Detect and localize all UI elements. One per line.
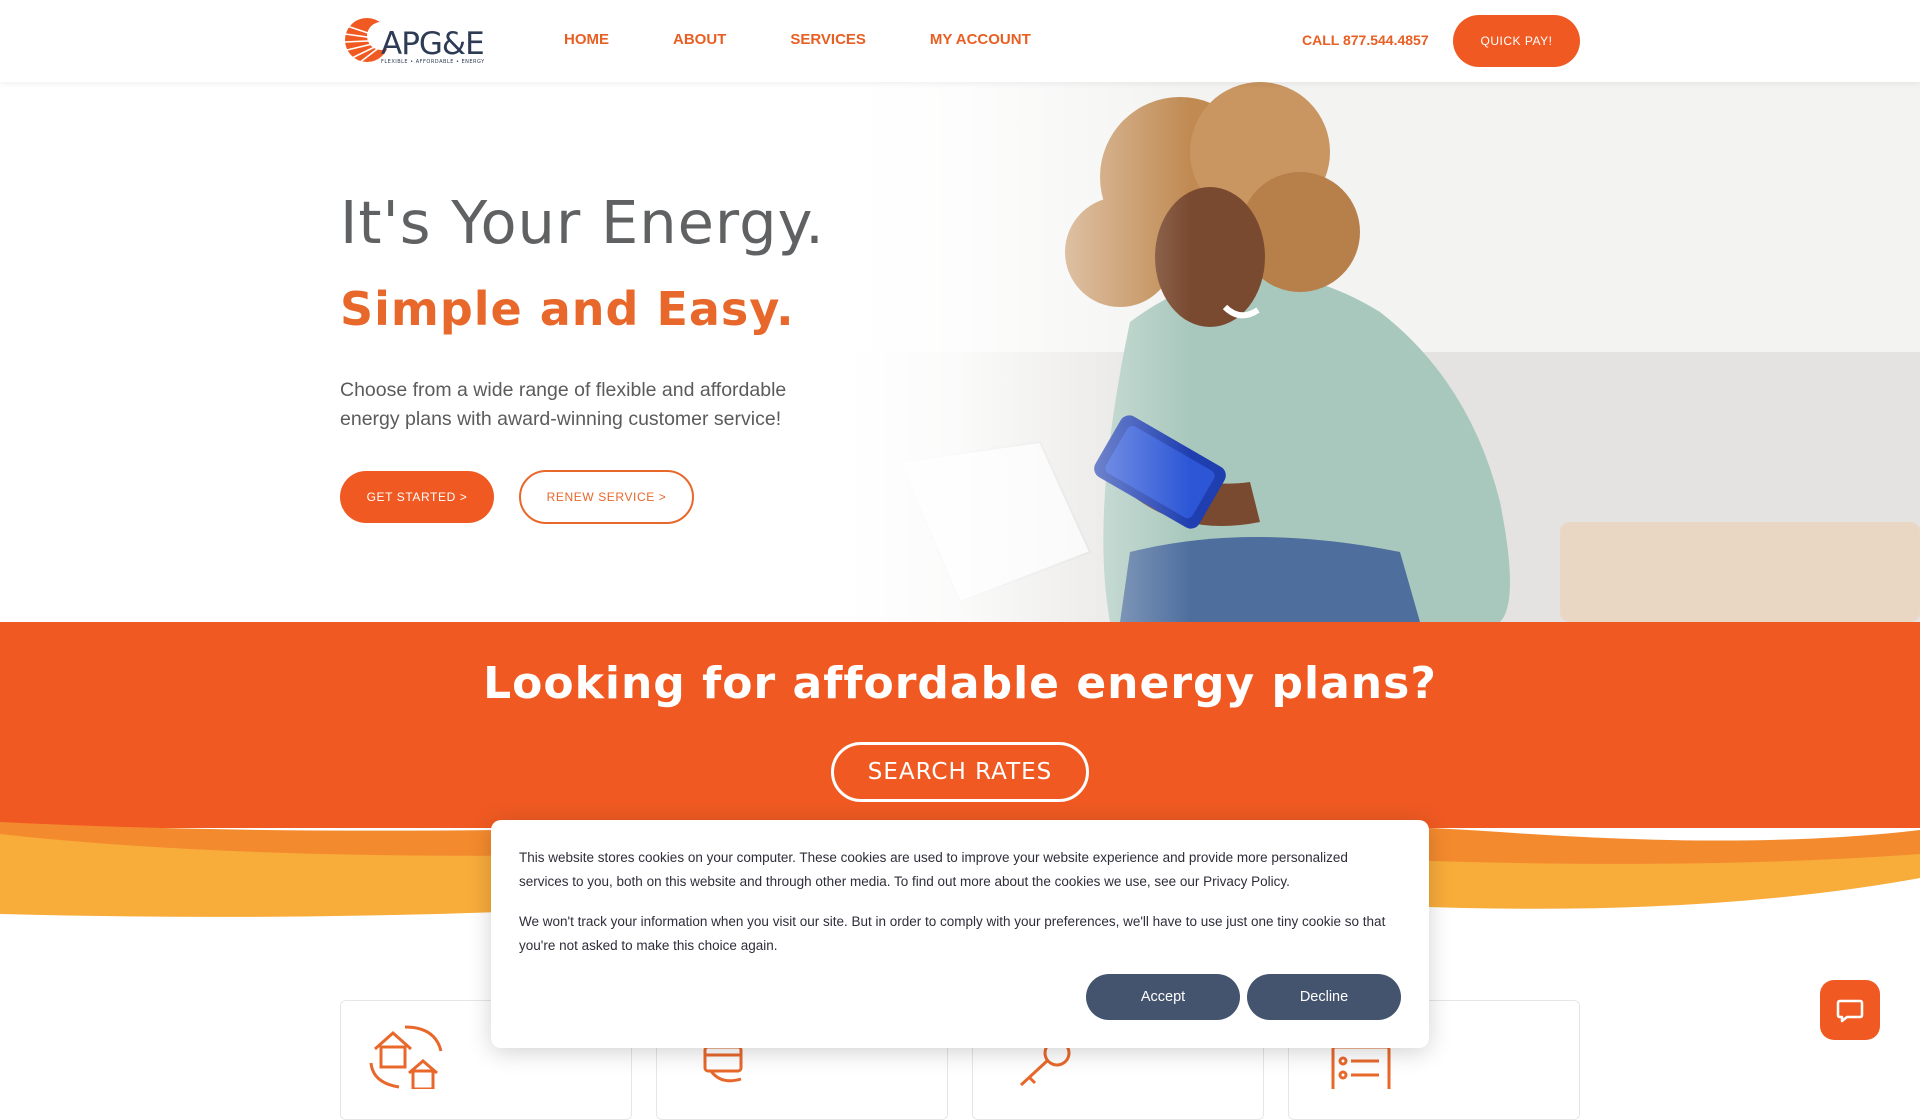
search-rates-button[interactable]: SEARCH RATES — [831, 742, 1089, 802]
hero-description: Choose from a wide range of flexible and… — [340, 379, 787, 430]
nav-my-account[interactable]: MY ACCOUNT — [930, 31, 1031, 48]
main-nav: HOME ABOUT SERVICES MY ACCOUNT — [564, 31, 1095, 48]
nav-home[interactable]: HOME — [564, 31, 609, 48]
get-started-button[interactable]: GET STARTED > — [340, 471, 494, 523]
quick-pay-button[interactable]: QUICK PAY! — [1453, 15, 1580, 67]
hero-title: It's Your Energy. — [340, 188, 825, 257]
hero-fade-overlay — [0, 82, 1920, 622]
logo-tagline: FLEXIBLE • AFFORDABLE • ENERGY — [381, 59, 485, 65]
nav-about[interactable]: ABOUT — [673, 31, 726, 48]
cookie-preference-text: We won't track your information when you… — [519, 914, 1386, 953]
call-phone-link[interactable]: CALL 877.544.4857 — [1302, 32, 1429, 48]
logo-wordmark: APG&E — [381, 26, 485, 62]
renew-service-button[interactable]: RENEW SERVICE > — [519, 470, 694, 524]
hero-section: It's Your Energy. Simple and Easy. Choos… — [0, 82, 1920, 622]
chat-bubble-icon — [1836, 999, 1864, 1023]
site-header: APG&E FLEXIBLE • AFFORDABLE • ENERGY HOM… — [0, 0, 1920, 82]
nav-services[interactable]: SERVICES — [790, 31, 866, 48]
logo[interactable]: APG&E FLEXIBLE • AFFORDABLE • ENERGY — [343, 12, 488, 70]
cookie-consent-dialog: This website stores cookies on your comp… — [491, 820, 1429, 1048]
cookie-notice-text: This website stores cookies on your comp… — [519, 850, 1348, 889]
decline-cookies-button[interactable]: Decline — [1247, 974, 1401, 1020]
hero-subtitle: Simple and Easy. — [340, 282, 795, 336]
band-title: Looking for affordable energy plans? — [483, 658, 1437, 709]
home-cycle-icon — [369, 1025, 443, 1089]
accept-cookies-button[interactable]: Accept — [1086, 974, 1240, 1020]
chat-launcher-button[interactable] — [1820, 980, 1880, 1040]
